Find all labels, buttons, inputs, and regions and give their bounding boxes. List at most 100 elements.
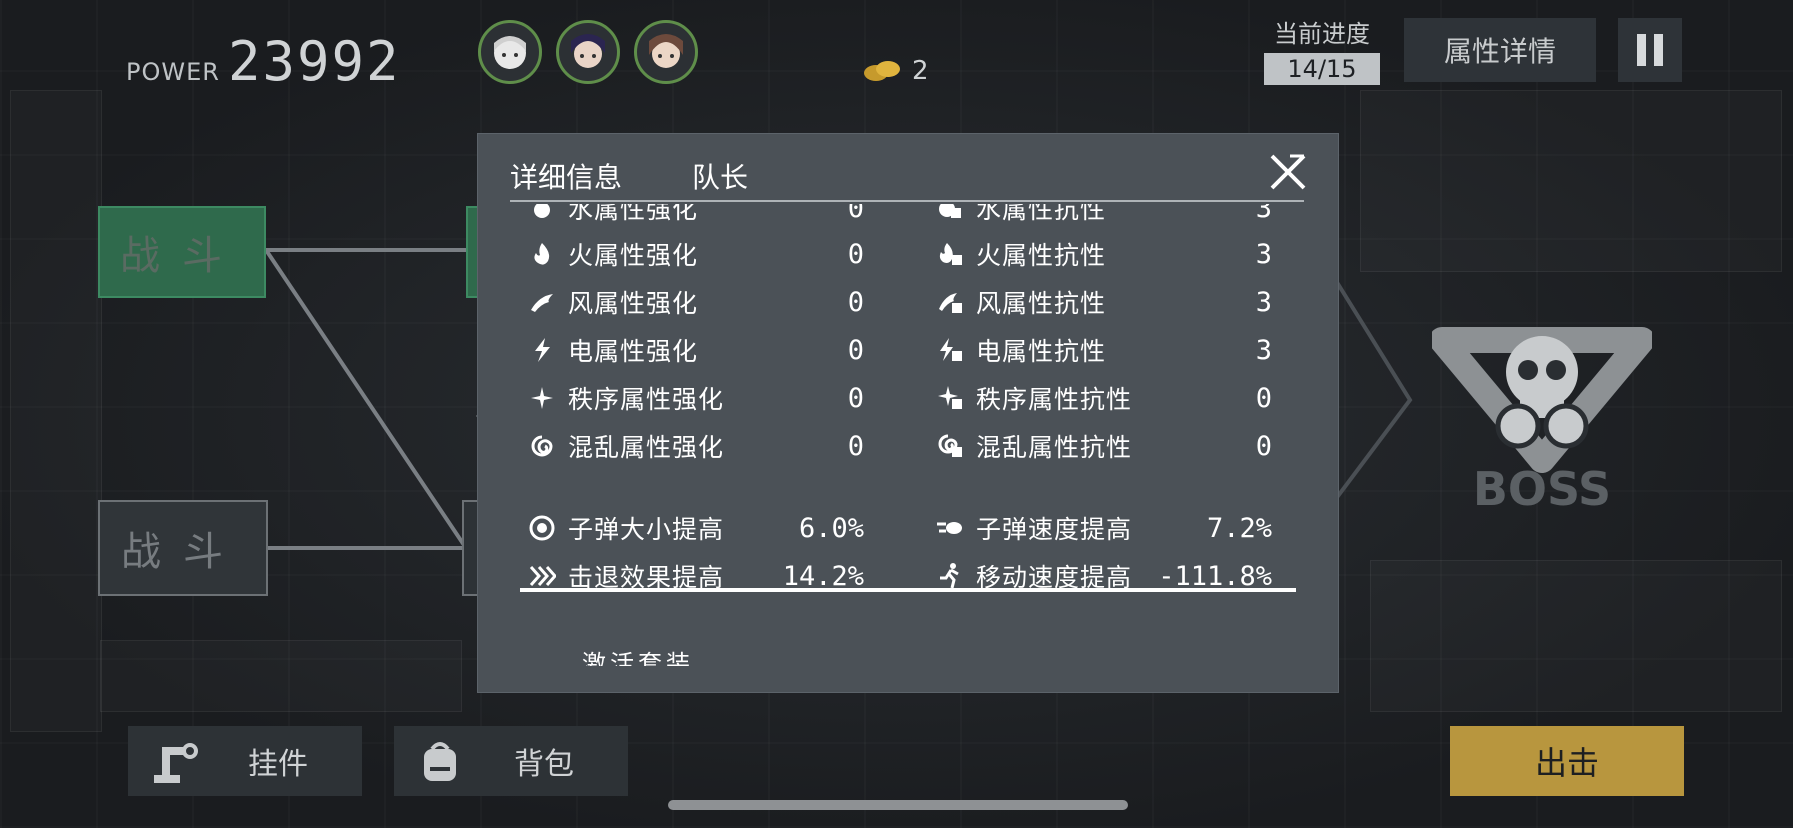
stat-row-wind-boost: 风属性强化 0 — [528, 278, 864, 326]
stage-progress: 当前进度 14/15 — [1264, 14, 1380, 85]
stat-row-fire-boost: 火属性强化 0 — [528, 230, 864, 278]
attribute-details-button[interactable]: 属性详情 — [1404, 18, 1596, 82]
bullet-size-icon — [528, 514, 556, 542]
coin-counter: 2 — [862, 56, 929, 86]
home-indicator[interactable] — [668, 800, 1128, 810]
character-portrait-icon — [494, 36, 526, 69]
plugin-label: 挂件 — [248, 747, 308, 782]
stat-name: 子弹速度提高 — [976, 515, 1133, 544]
stat-value: 0 — [847, 286, 864, 318]
running-person-icon — [936, 562, 964, 590]
lightning-resist-icon — [936, 336, 964, 364]
plugin-button[interactable]: 挂件 — [128, 726, 362, 796]
stat-value: 6.0% — [798, 512, 864, 544]
party-avatars — [478, 20, 698, 84]
stat-row-lightning-boost: 电属性强化 0 — [528, 326, 864, 374]
stat-row-water-resist: 水属性抗性 3 — [936, 204, 1272, 232]
progress-value: 14/15 — [1264, 53, 1380, 85]
stat-name: 秩序属性抗性 — [976, 385, 1133, 414]
chaos-spiral-icon — [528, 432, 556, 460]
fire-resist-icon — [936, 240, 964, 268]
stat-name: 电属性强化 — [568, 337, 699, 366]
battle-node-locked[interactable]: 战斗 — [98, 500, 268, 596]
party-avatar-1[interactable] — [478, 20, 542, 84]
sortie-button[interactable]: 出击 — [1450, 726, 1684, 796]
stat-row-knockback: 击退效果提高 14.2% — [528, 552, 864, 600]
stat-value: 14.2% — [782, 560, 864, 592]
stat-row-chaos-resist: 混乱属性抗性 0 — [936, 422, 1272, 470]
stat-name: 火属性抗性 — [976, 241, 1107, 270]
stat-name: 水属性抗性 — [976, 204, 1107, 224]
stat-value: 0 — [847, 430, 864, 462]
order-resist-icon — [936, 384, 964, 412]
dialog-title: 详细信息 — [510, 161, 623, 194]
fire-icon — [528, 240, 556, 268]
detail-info-dialog: 详细信息 队长 水属性强化 0 水属性抗性 3 火属性强化 0 火属性抗性 3 … — [478, 134, 1338, 692]
battle-node-active[interactable]: 战斗 — [98, 206, 266, 298]
character-portrait-icon — [571, 34, 605, 68]
boss-label: BOSS — [1473, 462, 1611, 516]
stat-name: 秩序属性强化 — [568, 385, 725, 414]
knockback-icon — [528, 562, 556, 590]
bag-label: 背包 — [514, 747, 574, 782]
stat-row-move-speed: 移动速度提高 -111.8% — [936, 552, 1272, 600]
pause-button[interactable] — [1618, 18, 1682, 82]
stat-name: 电属性抗性 — [976, 337, 1107, 366]
active-set-label: 激活套装 — [582, 650, 694, 666]
stat-row-bullet-speed: 子弹速度提高 7.2% — [936, 504, 1272, 552]
backpack-icon — [424, 742, 456, 781]
stat-name: 混乱属性抗性 — [976, 433, 1133, 462]
stats-scroll-area[interactable]: 水属性强化 0 水属性抗性 3 火属性强化 0 火属性抗性 3 风属性强化 0 … — [478, 204, 1338, 666]
coin-icon — [864, 61, 900, 81]
wind-resist-icon — [936, 288, 964, 316]
coin-count: 2 — [912, 56, 929, 86]
stat-row-water-boost: 水属性强化 0 — [528, 204, 864, 232]
bag-button[interactable]: 背包 — [394, 726, 628, 796]
chaos-resist-icon — [936, 432, 964, 460]
progress-label: 当前进度 — [1274, 20, 1370, 48]
boss-node[interactable]: BOSS — [1432, 300, 1652, 520]
stat-name: 混乱属性强化 — [568, 433, 725, 462]
stat-name: 击退效果提高 — [568, 563, 725, 592]
stat-value: 0 — [847, 204, 864, 224]
stat-name: 移动速度提高 — [976, 563, 1133, 592]
water-resist-icon — [936, 204, 964, 222]
stat-value: 3 — [1255, 286, 1272, 318]
order-star-icon — [528, 384, 556, 412]
stat-row-wind-resist: 风属性抗性 3 — [936, 278, 1272, 326]
character-portrait-icon — [649, 34, 683, 68]
stat-value: 3 — [1255, 238, 1272, 270]
stat-row-order-resist: 秩序属性抗性 0 — [936, 374, 1272, 422]
stat-name: 水属性强化 — [568, 204, 699, 224]
stat-row-bullet-size: 子弹大小提高 6.0% — [528, 504, 864, 552]
water-icon — [528, 204, 556, 222]
stat-name: 火属性强化 — [568, 241, 699, 270]
power-value: 23992 — [227, 30, 401, 93]
stat-row-order-boost: 秩序属性强化 0 — [528, 374, 864, 422]
stat-value: 3 — [1255, 334, 1272, 366]
lightning-icon — [528, 336, 556, 364]
power-display: POWER 23992 — [126, 30, 401, 93]
close-icon[interactable] — [1266, 150, 1310, 194]
header-divider — [510, 200, 1304, 202]
party-avatar-2[interactable] — [556, 20, 620, 84]
stat-row-chaos-boost: 混乱属性强化 0 — [528, 422, 864, 470]
battle-node-label: 战斗 — [121, 529, 245, 575]
stat-value: 0 — [847, 334, 864, 366]
stat-value: 3 — [1255, 204, 1272, 224]
pause-icon — [1637, 34, 1646, 66]
stat-row-lightning-resist: 电属性抗性 3 — [936, 326, 1272, 374]
stat-value: -111.8% — [1158, 560, 1272, 592]
stat-name: 子弹大小提高 — [568, 515, 725, 544]
party-avatar-3[interactable] — [634, 20, 698, 84]
dialog-subtitle: 队长 — [692, 161, 749, 194]
power-label: POWER — [126, 58, 220, 86]
stat-value: 7.2% — [1206, 512, 1272, 544]
stat-name: 风属性强化 — [568, 289, 699, 318]
stat-value: 0 — [847, 382, 864, 414]
stat-value: 0 — [1255, 382, 1272, 414]
stat-row-fire-resist: 火属性抗性 3 — [936, 230, 1272, 278]
wind-icon — [528, 288, 556, 316]
stat-value: 0 — [847, 238, 864, 270]
stat-value: 0 — [1255, 430, 1272, 462]
